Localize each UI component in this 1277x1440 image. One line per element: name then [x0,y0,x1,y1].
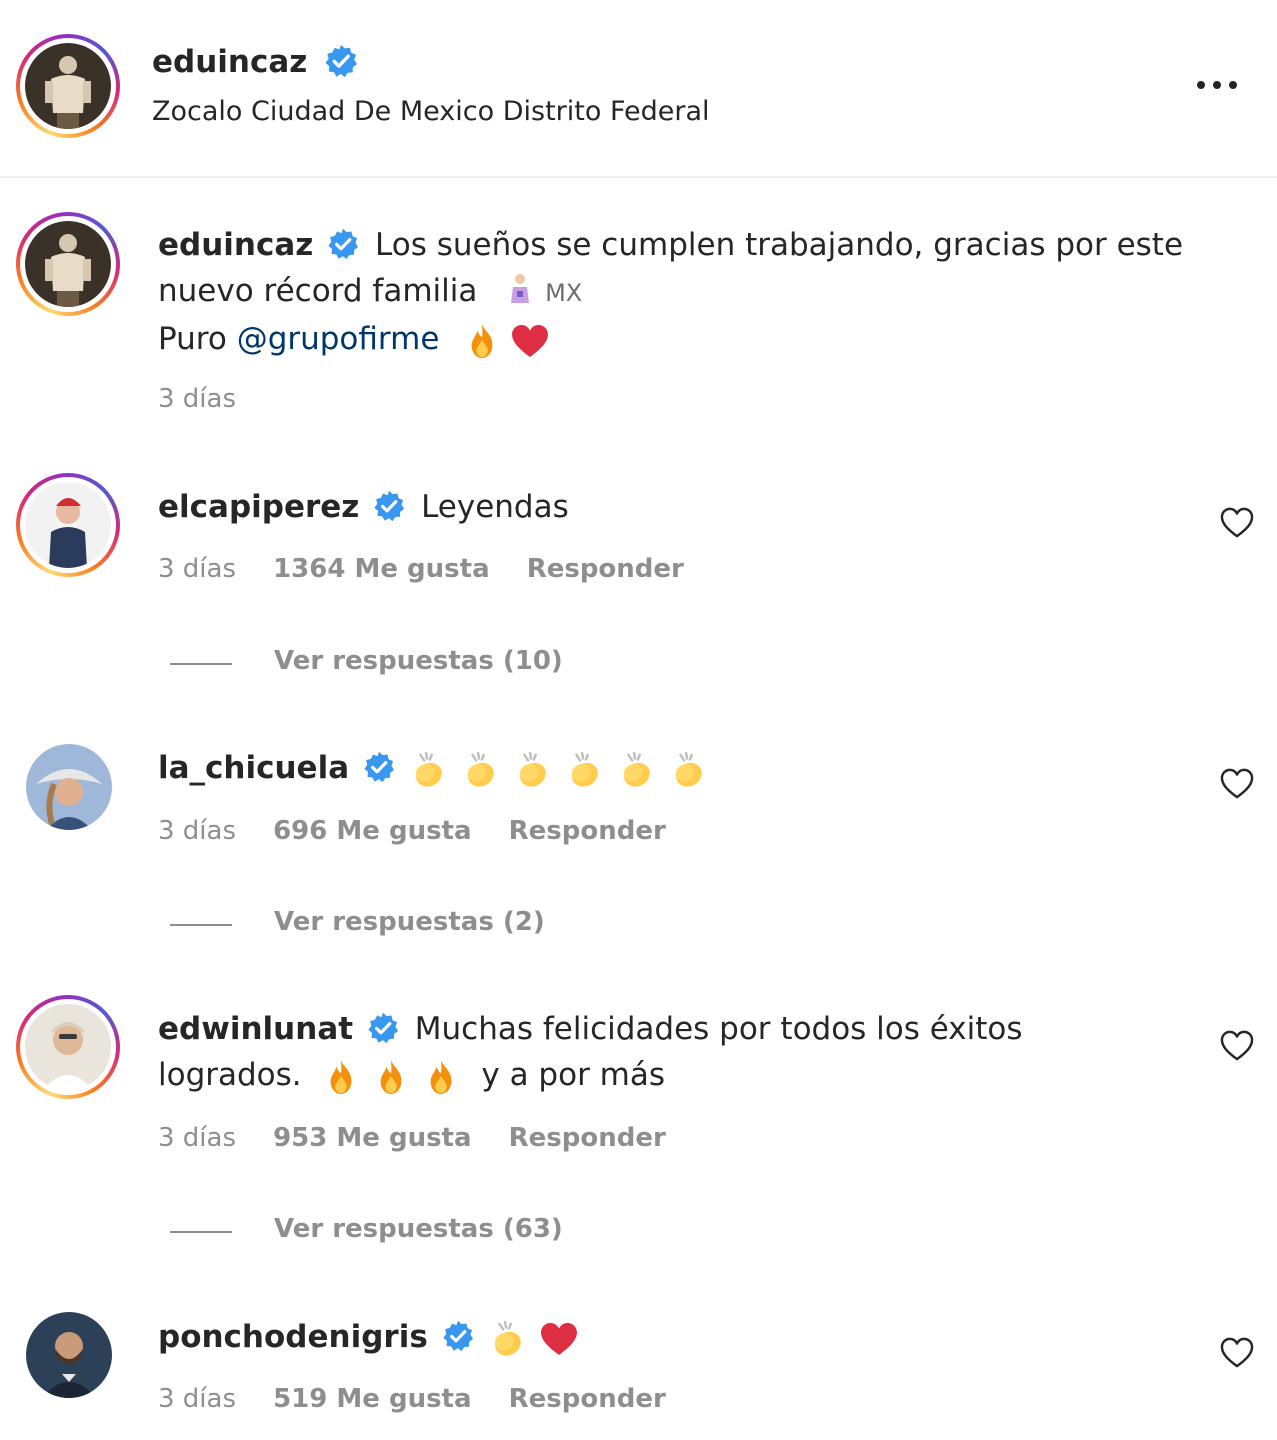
caption-text: eduincaz Los sueños se cumplen trabajand… [158,222,1218,362]
profile-photo-icon [25,221,111,307]
comment-text: edwinlunat Muchas felicidades por todos … [158,1006,1198,1098]
replies-divider-line [170,1231,232,1233]
reply-button[interactable]: Responder [509,1384,666,1414]
comment-body: Muchas felicidades por todos los éxitos [414,1011,1023,1047]
comment-time: 3 días [158,554,237,584]
avatar [25,43,111,129]
mention-link[interactable]: @grupofirme [237,321,440,357]
red-heart-icon [511,324,549,358]
replies-divider-line [170,924,232,926]
header-divider [0,176,1277,178]
comment-body-line2-end: y a por más [481,1057,666,1093]
comment-text: elcapiperez Leyendas [158,484,569,530]
verified-icon [324,44,358,78]
clapping-hands-icon [565,751,603,789]
caption-time: 3 días [158,384,237,414]
profile-photo-icon [26,1312,112,1398]
verified-icon [327,228,359,260]
verified-icon [363,751,395,783]
clapping-hands-icon [669,751,707,789]
clapping-hands-icon [461,751,499,789]
fire-icon [326,1059,356,1095]
avatar [25,1004,111,1090]
red-heart-icon [540,1322,578,1356]
fire-icon [376,1059,406,1095]
flag-text: MX [545,279,583,307]
like-heart-icon[interactable] [1220,768,1254,800]
comment-meta: 3 días 953 Me gusta Responder [158,1123,666,1153]
profile-photo-icon [25,482,111,568]
reply-button[interactable]: Responder [527,554,684,584]
comment-likes[interactable]: 519 Me gusta [273,1384,471,1414]
comment-text: la_chicuela [158,745,721,791]
header-avatar-ring[interactable] [16,34,120,138]
caption-username[interactable]: eduincaz [158,227,313,263]
comment-username[interactable]: la_chicuela [158,750,349,786]
comment-likes[interactable]: 953 Me gusta [273,1123,471,1153]
comment-likes[interactable]: 1364 Me gusta [273,554,490,584]
comment-time: 3 días [158,1384,237,1414]
comment-time: 3 días [158,1123,237,1153]
comment-meta: 3 días 519 Me gusta Responder [158,1384,666,1414]
clapping-hands-icon [488,1320,526,1358]
comment-avatar-ring[interactable] [16,473,120,577]
comment-meta: 3 días 1364 Me gusta Responder [158,554,684,584]
clapping-hands-icon [513,751,551,789]
comment-avatar-ring[interactable] [16,995,120,1099]
comment-username[interactable]: edwinlunat [158,1011,353,1047]
like-heart-icon[interactable] [1220,1337,1254,1369]
comment-username[interactable]: ponchodenigris [158,1319,428,1355]
profile-photo-icon [25,1004,111,1090]
comment-body-line2: logrados. [158,1057,302,1093]
reply-button[interactable]: Responder [509,1123,666,1153]
view-replies-button[interactable]: Ver respuestas (2) [274,907,545,937]
avatar[interactable] [26,1312,112,1398]
comment-text: ponchodenigris [158,1314,592,1360]
header-username[interactable]: eduincaz [152,44,307,80]
verified-icon [373,490,405,522]
like-heart-icon[interactable] [1220,1030,1254,1062]
comment-likes[interactable]: 696 Me gusta [273,816,471,846]
comment-time: 3 días [158,816,237,846]
fire-icon [426,1059,456,1095]
reply-button[interactable]: Responder [509,816,666,846]
avatar [25,482,111,568]
comment-meta: 3 días 696 Me gusta Responder [158,816,666,846]
mexico-flag-icon [505,270,535,316]
comment-body: Leyendas [421,489,569,525]
verified-icon [442,1320,474,1352]
more-options-icon[interactable] [1196,74,1238,100]
profile-photo-icon [26,744,112,830]
clapping-hands-icon [409,751,447,789]
comment-username[interactable]: elcapiperez [158,489,359,525]
fire-icon [467,323,497,359]
header-location[interactable]: Zocalo Ciudad De Mexico Distrito Federal [152,96,710,127]
view-replies-button[interactable]: Ver respuestas (63) [274,1214,563,1244]
replies-divider-line [170,663,232,665]
avatar [25,221,111,307]
avatar[interactable] [26,744,112,830]
caption-avatar-ring[interactable] [16,212,120,316]
header-username-row: eduincaz [152,44,358,80]
caption-line2: nuevo récord familia [158,273,478,309]
like-heart-icon[interactable] [1220,507,1254,539]
profile-photo-icon [25,43,111,129]
verified-icon [367,1012,399,1044]
caption-line3-prefix: Puro [158,321,227,357]
clapping-hands-icon [617,751,655,789]
view-replies-button[interactable]: Ver respuestas (10) [274,646,563,676]
caption-line1: Los sueños se cumplen trabajando, gracia… [375,227,1184,263]
